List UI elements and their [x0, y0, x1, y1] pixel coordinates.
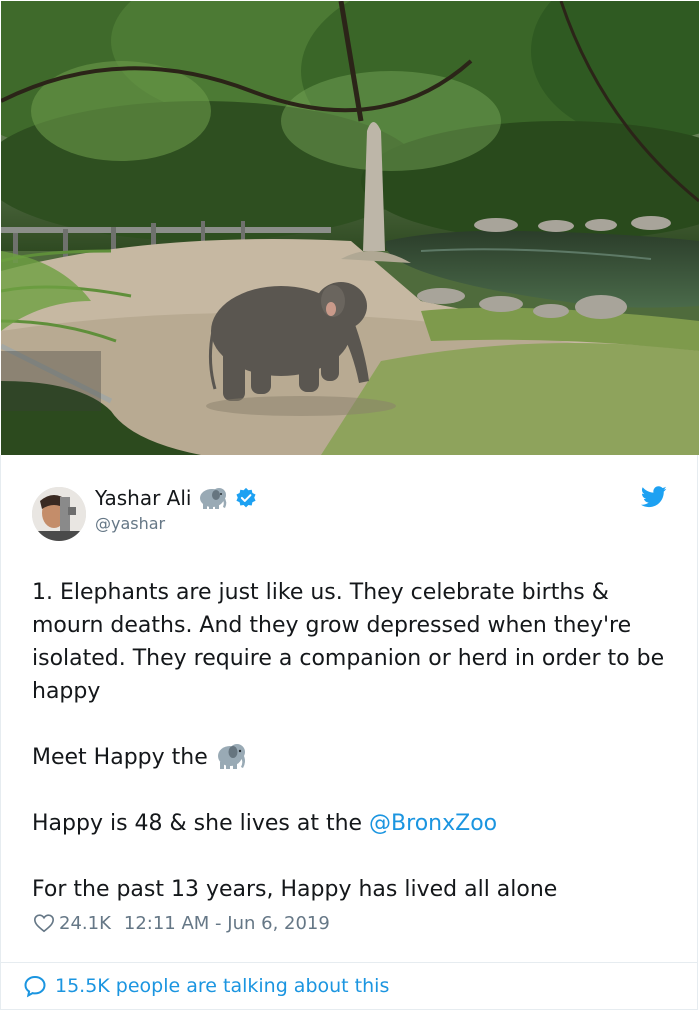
elephant-icon	[217, 744, 245, 769]
heart-icon[interactable]	[33, 912, 55, 934]
footer-divider	[1, 962, 698, 963]
author-avatar[interactable]	[32, 487, 86, 541]
tweet-paragraph-text: Meet Happy the	[32, 745, 208, 770]
author-handle[interactable]: @yashar	[95, 514, 165, 533]
tweet-paragraph: For the past 13 years, Happy has lived a…	[32, 877, 558, 902]
tweet-text: 1. Elephants are just like us. They cele…	[32, 576, 672, 906]
conversation-count-text[interactable]: 15.5K people are talking about this	[55, 975, 389, 997]
tweet-photo[interactable]	[1, 1, 699, 455]
speech-bubble-icon	[24, 975, 46, 998]
elephant-photo	[1, 1, 699, 455]
elephant-icon	[200, 488, 227, 509]
author-name[interactable]: Yashar Ali	[95, 486, 191, 510]
bronxzoo-mention-link[interactable]: @BronxZoo	[369, 811, 497, 836]
like-count[interactable]: 24.1K	[59, 913, 111, 934]
twitter-bird-icon[interactable]	[641, 486, 667, 508]
tweet-meta-row: 24.1K 12:11 AM - Jun 6, 2019	[33, 909, 330, 937]
tweet-paragraph: Happy is 48 & she lives at the @BronxZoo	[32, 807, 672, 840]
verified-badge-icon	[236, 487, 256, 508]
avatar-image	[32, 487, 86, 541]
conversation-link[interactable]: 15.5K people are talking about this	[23, 971, 389, 1001]
tweet-timestamp[interactable]: 12:11 AM - Jun 6, 2019	[124, 913, 330, 934]
tweet-paragraph-text: Happy is 48 & she lives at the	[32, 811, 370, 836]
author-name-row[interactable]: Yashar Ali	[95, 486, 257, 510]
tweet-paragraph: 1. Elephants are just like us. They cele…	[32, 580, 665, 704]
tweet-paragraph: Meet Happy the	[32, 741, 672, 774]
